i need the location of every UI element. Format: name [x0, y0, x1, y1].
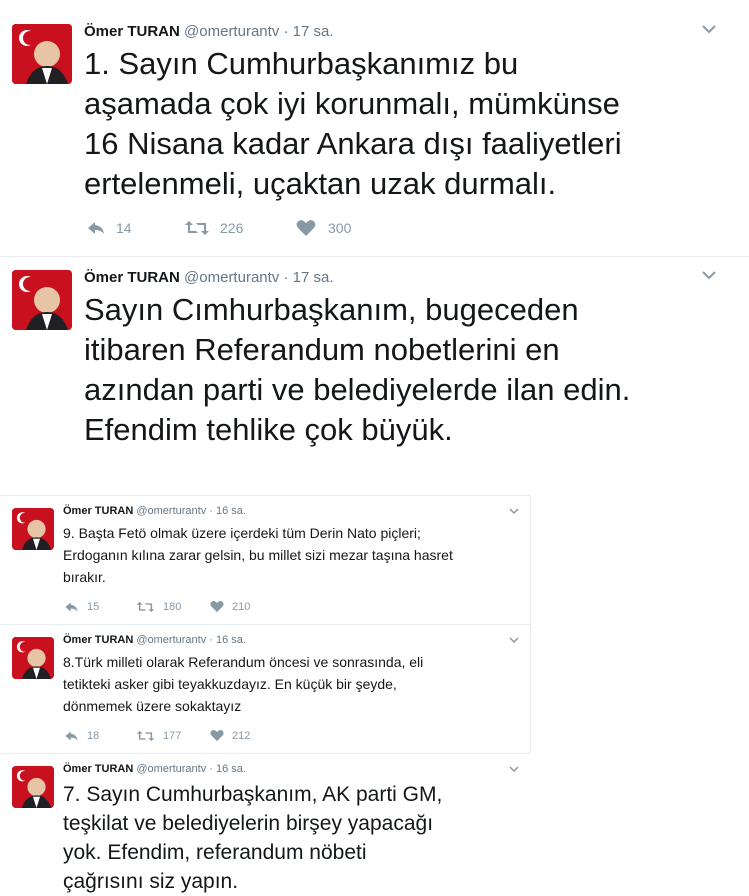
- reply-icon: [64, 730, 79, 742]
- author-handle[interactable]: @omerturantv: [136, 634, 206, 646]
- retweet-count: 177: [163, 729, 182, 742]
- reply-button[interactable]: 15: [64, 601, 136, 613]
- tweet[interactable]: Ömer TURAN @omerturantv · 17 sa. Sayın C…: [0, 258, 749, 468]
- retweet-icon: [136, 730, 155, 742]
- tweet[interactable]: Ömer TURAN @omerturantv · 16 sa. 7. Sayı…: [0, 754, 530, 893]
- tweet-actions: 14 226 300: [86, 219, 351, 237]
- divider: [0, 256, 749, 257]
- retweet-count: 226: [220, 220, 244, 236]
- reply-button[interactable]: 14: [86, 220, 184, 236]
- author-name[interactable]: Ömer TURAN: [84, 269, 180, 286]
- tweet-time[interactable]: 16 sa.: [216, 763, 246, 775]
- retweet-icon: [136, 601, 155, 613]
- like-count: 212: [232, 729, 251, 742]
- caret-down-icon[interactable]: [509, 637, 519, 644]
- tweet-header: Ömer TURAN @omerturantv · 17 sa.: [84, 269, 334, 286]
- like-icon: [210, 600, 224, 613]
- tweet-header: Ömer TURAN @omerturantv · 16 sa.: [63, 505, 246, 517]
- tweet-text: Sayın Cımhurbaşkanım, bugeceden itibaren…: [84, 292, 631, 447]
- tweet-time[interactable]: 17 sa.: [293, 269, 334, 286]
- divider: [530, 495, 531, 753]
- author-handle[interactable]: @omerturantv: [136, 763, 206, 775]
- reply-count: 14: [116, 220, 132, 236]
- tweet-text: 7. Sayın Cumhurbaşkanım, AK parti GM, te…: [63, 783, 443, 893]
- author-handle[interactable]: @omerturantv: [184, 23, 279, 40]
- caret-down-icon[interactable]: [509, 508, 519, 515]
- avatar[interactable]: [12, 766, 54, 808]
- author-name[interactable]: Ömer TURAN: [63, 634, 133, 646]
- author-handle[interactable]: @omerturantv: [184, 269, 279, 286]
- tweet-time[interactable]: 17 sa.: [293, 23, 334, 40]
- author-name[interactable]: Ömer TURAN: [63, 505, 133, 517]
- author-handle[interactable]: @omerturantv: [136, 505, 206, 517]
- reply-icon: [86, 220, 106, 236]
- like-icon: [210, 729, 224, 742]
- tweet-text: 8.Türk milleti olarak Referandum öncesi …: [63, 654, 424, 714]
- author-name[interactable]: Ömer TURAN: [63, 763, 133, 775]
- like-button[interactable]: 210: [210, 600, 250, 613]
- reply-button[interactable]: 18: [64, 730, 136, 742]
- tweet[interactable]: Ömer TURAN @omerturantv · 17 sa. 1. Sayı…: [0, 0, 749, 258]
- retweet-count: 180: [163, 600, 182, 613]
- retweet-icon: [184, 220, 210, 236]
- tweet-header: Ömer TURAN @omerturantv · 16 sa.: [63, 634, 246, 646]
- tweet-actions: 15 180 210: [64, 600, 250, 613]
- tweet[interactable]: Ömer TURAN @omerturantv · 16 sa. 8.Türk …: [0, 625, 530, 753]
- like-button[interactable]: 212: [210, 729, 250, 742]
- tweet-text: 9. Başta Fetö olmak üzere içerdeki tüm D…: [63, 525, 453, 585]
- retweet-button[interactable]: 226: [184, 220, 296, 236]
- tweet-header: Ömer TURAN @omerturantv · 16 sa.: [63, 763, 246, 775]
- avatar[interactable]: [12, 508, 54, 550]
- tweet[interactable]: Ömer TURAN @omerturantv · 16 sa. 9. Başt…: [0, 496, 530, 624]
- caret-down-icon[interactable]: [702, 24, 716, 34]
- reply-icon: [64, 601, 79, 613]
- avatar[interactable]: [12, 637, 54, 679]
- avatar[interactable]: [12, 270, 72, 330]
- like-count: 210: [232, 600, 251, 613]
- reply-count: 15: [87, 600, 100, 613]
- like-count: 300: [328, 220, 352, 236]
- tweet-actions: 18 177 212: [64, 729, 250, 742]
- retweet-button[interactable]: 177: [136, 730, 210, 742]
- author-name[interactable]: Ömer TURAN: [84, 23, 180, 40]
- tweet-header: Ömer TURAN @omerturantv · 17 sa.: [84, 23, 334, 40]
- tweet-time[interactable]: 16 sa.: [216, 505, 246, 517]
- tweet-text: 1. Sayın Cumhurbaşkanımız bu aşamada çok…: [84, 46, 622, 201]
- reply-count: 18: [87, 729, 100, 742]
- retweet-button[interactable]: 180: [136, 601, 210, 613]
- like-button[interactable]: 300: [296, 219, 351, 237]
- caret-down-icon[interactable]: [509, 766, 519, 773]
- caret-down-icon[interactable]: [702, 270, 716, 280]
- tweet-time[interactable]: 16 sa.: [216, 634, 246, 646]
- like-icon: [296, 219, 316, 237]
- avatar[interactable]: [12, 24, 72, 84]
